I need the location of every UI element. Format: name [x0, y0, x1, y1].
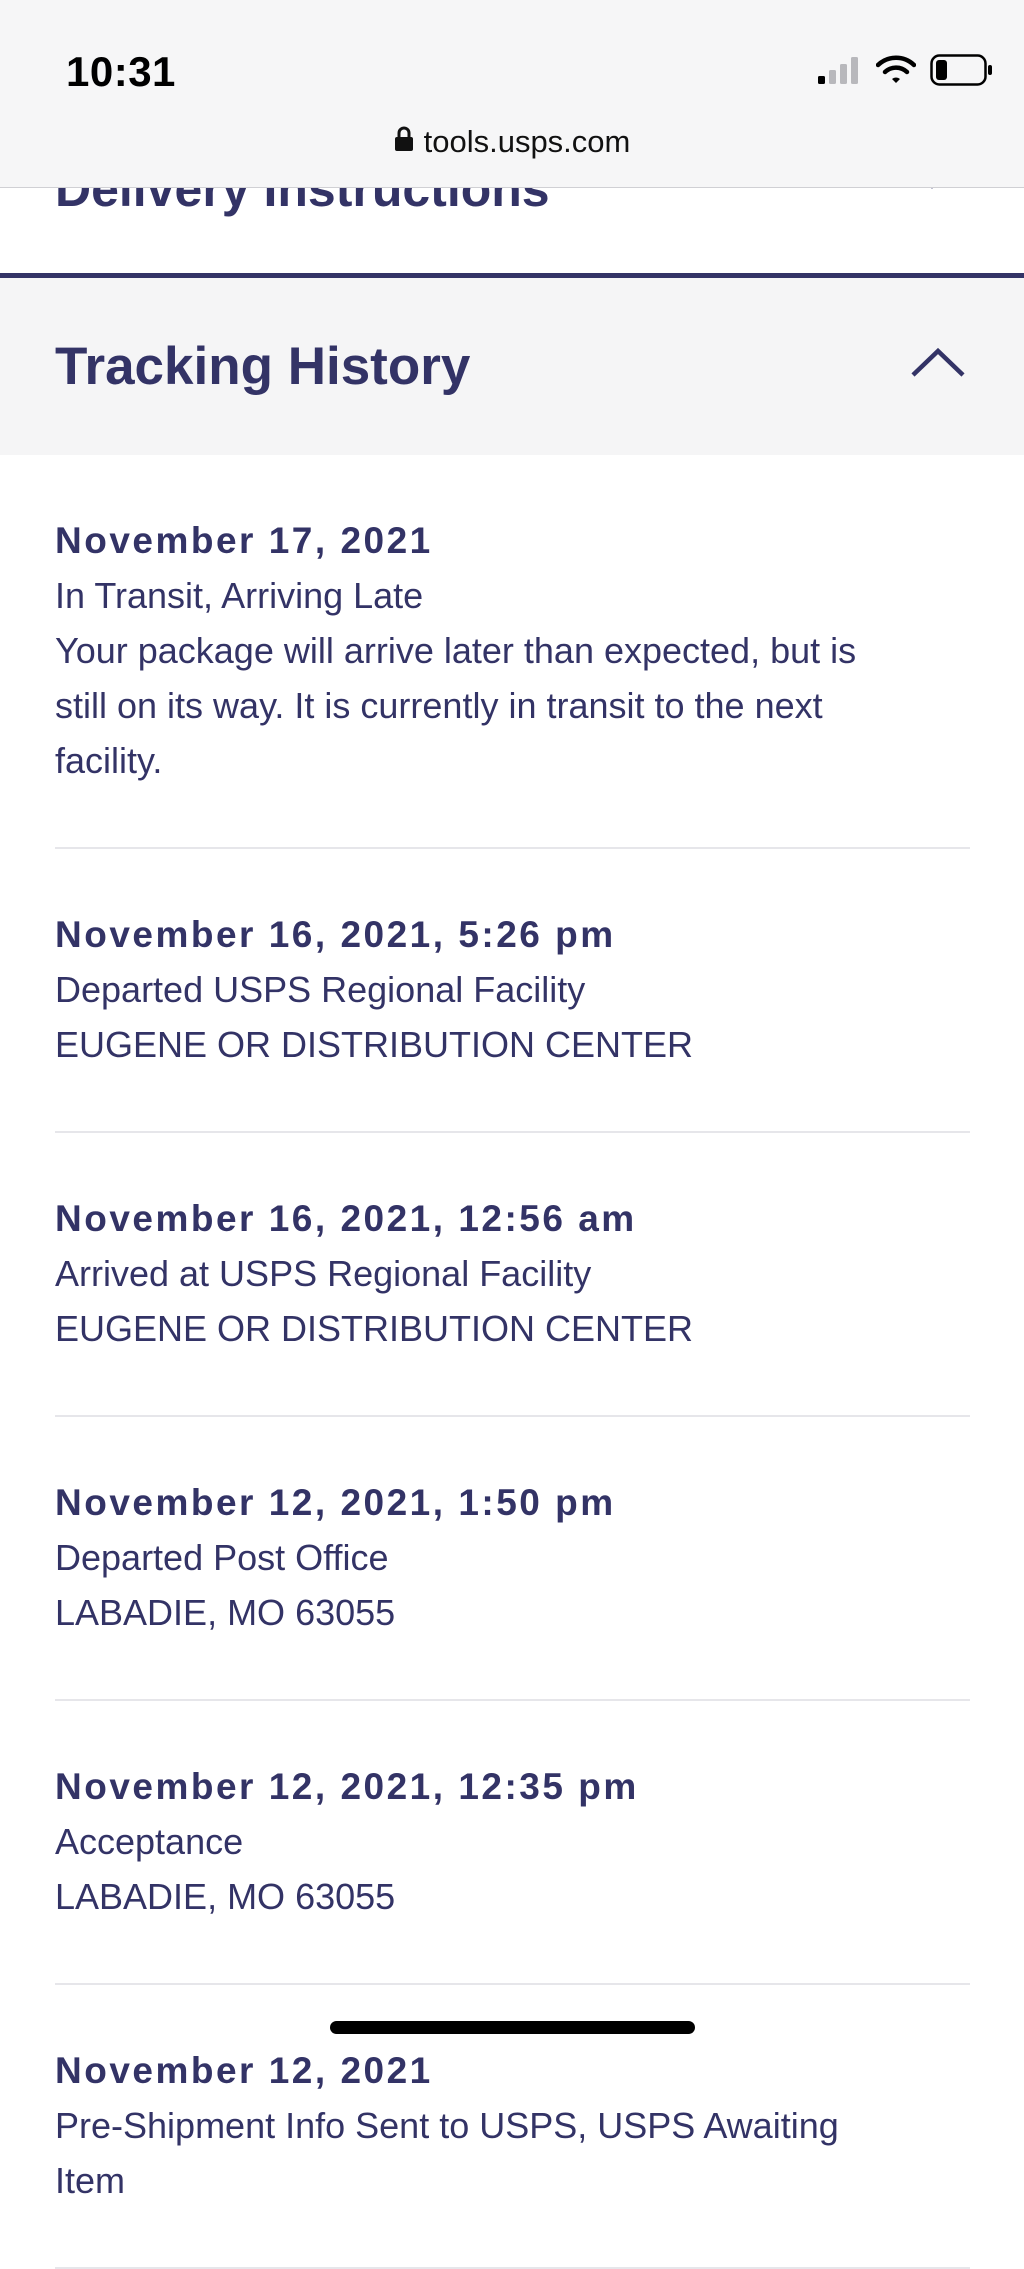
- event-location: EUGENE OR DISTRIBUTION CENTER: [55, 1308, 694, 1349]
- event-location: EUGENE OR DISTRIBUTION CENTER: [55, 1024, 694, 1065]
- wifi-icon: [875, 55, 917, 90]
- url-text: tools.usps.com: [423, 124, 631, 159]
- lock-icon: [394, 124, 414, 160]
- event-date: November 12, 2021, 12:35 pm: [55, 1766, 639, 1807]
- tracking-history-accordion-header[interactable]: Tracking History: [0, 278, 1024, 455]
- event-location: LABADIE, MO 63055: [55, 1592, 396, 1633]
- event-date: November 16, 2021, 5:26 pm: [55, 914, 616, 955]
- status-icons: [818, 54, 994, 91]
- event-status: Acceptance: [55, 1821, 244, 1862]
- home-indicator[interactable]: [330, 2021, 695, 2034]
- tracking-event: November 17, 2021 In Transit, Arriving L…: [55, 455, 970, 849]
- tracking-event: November 12, 2021, 1:50 pm Departed Post…: [55, 1417, 970, 1701]
- status-time: 10:31: [66, 48, 176, 95]
- event-date: November 12, 2021, 1:50 pm: [55, 1482, 616, 1523]
- browser-status-bar: 10:31 tools.usps.com: [0, 0, 1024, 188]
- tracking-event: November 16, 2021, 5:26 pm Departed USPS…: [55, 849, 970, 1133]
- chevron-up-icon[interactable]: [910, 346, 966, 383]
- tracking-event: November 12, 2021, 12:35 pm Acceptance L…: [55, 1701, 970, 1985]
- battery-icon: [930, 54, 994, 91]
- tracking-history-title: Tracking History: [55, 337, 471, 396]
- event-status: Pre-Shipment Info Sent to USPS, USPS Awa…: [55, 2105, 839, 2146]
- event-status: Item: [55, 2160, 126, 2201]
- event-date: November 17, 2021: [55, 520, 433, 561]
- event-status: Departed USPS Regional Facility: [55, 969, 586, 1010]
- event-location: LABADIE, MO 63055: [55, 1876, 396, 1917]
- tracking-events-list: November 17, 2021 In Transit, Arriving L…: [55, 455, 970, 2269]
- event-date: November 16, 2021, 12:56 am: [55, 1198, 637, 1239]
- event-detail: still on its way. It is currently in tra…: [55, 685, 823, 726]
- event-detail: Your package will arrive later than expe…: [55, 630, 857, 671]
- event-status: Departed Post Office: [55, 1537, 389, 1578]
- url-bar[interactable]: tools.usps.com: [0, 124, 1024, 160]
- cellular-signal-icon: [818, 56, 862, 89]
- event-detail: facility.: [55, 740, 163, 781]
- tracking-event: November 16, 2021, 12:56 am Arrived at U…: [55, 1133, 970, 1417]
- event-status: In Transit, Arriving Late: [55, 575, 424, 616]
- event-status: Arrived at USPS Regional Facility: [55, 1253, 592, 1294]
- event-date: November 12, 2021: [55, 2050, 433, 2091]
